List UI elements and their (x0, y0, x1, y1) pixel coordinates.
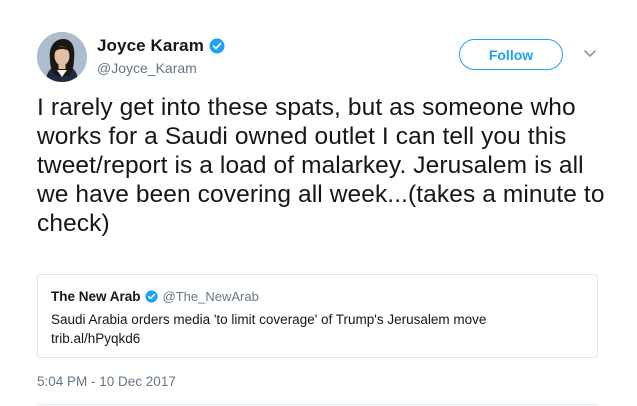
follow-button[interactable]: Follow (459, 39, 563, 70)
verified-icon (144, 290, 158, 303)
chevron-down-icon[interactable] (580, 46, 600, 62)
verified-icon (209, 38, 225, 54)
author-block: Joyce Karam @Joyce_Karam (97, 36, 225, 76)
quoted-tweet[interactable]: The New Arab @The_NewArab Saudi Arabia o… (37, 274, 598, 358)
avatar-photo (37, 32, 87, 82)
tweet-text: I rarely get into these spats, but as so… (37, 94, 605, 237)
quoted-author-name: The New Arab (51, 289, 141, 304)
author-handle[interactable]: @Joyce_Karam (97, 60, 225, 76)
quoted-tweet-link[interactable]: trib.al/hPyqkd6 (51, 330, 581, 349)
quoted-tweet-header: The New Arab @The_NewArab (51, 289, 259, 304)
author-display-name[interactable]: Joyce Karam (97, 36, 204, 56)
avatar[interactable] (37, 32, 87, 82)
tweet-card: Joyce Karam @Joyce_Karam Follow I rarely… (0, 0, 637, 406)
quoted-tweet-text: Saudi Arabia orders media 'to limit cove… (51, 312, 487, 327)
author-name-row: Joyce Karam (97, 36, 225, 56)
quoted-author-handle: @The_NewArab (162, 289, 259, 304)
quoted-tweet-body: Saudi Arabia orders media 'to limit cove… (51, 311, 581, 348)
divider (37, 404, 598, 405)
tweet-timestamp[interactable]: 5:04 PM - 10 Dec 2017 (37, 374, 176, 389)
